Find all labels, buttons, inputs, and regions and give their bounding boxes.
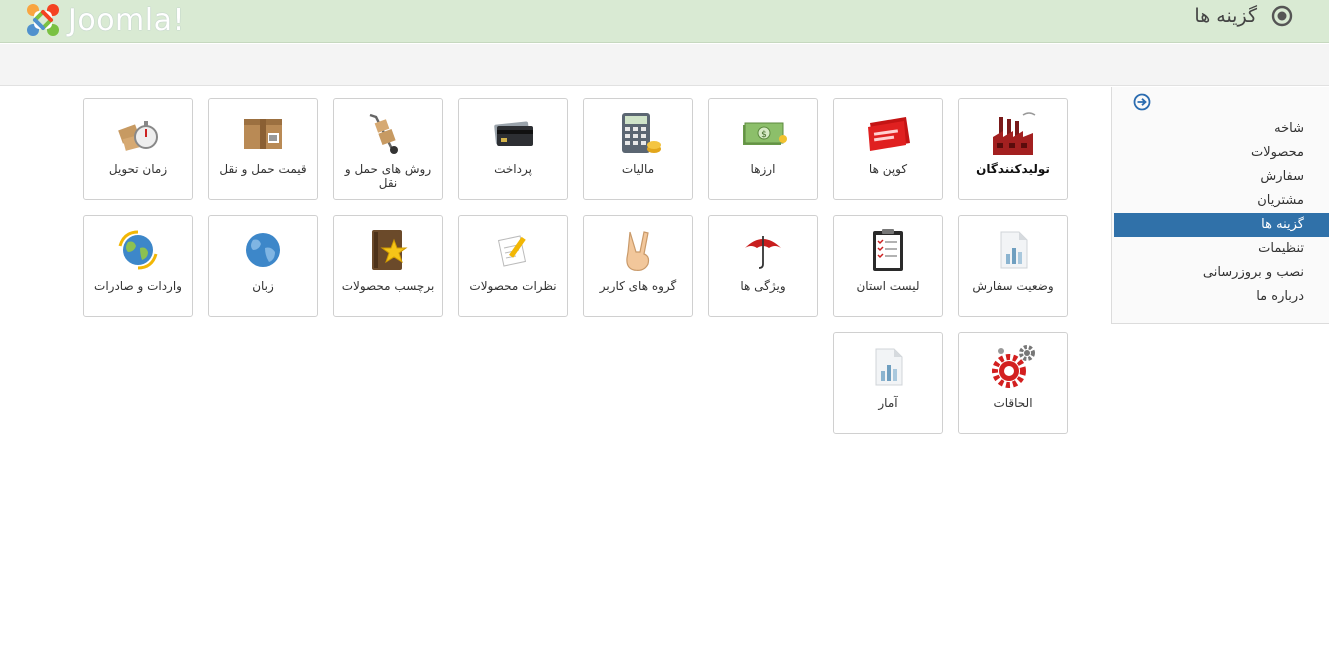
page-title-text: گزینه ها: [1194, 5, 1257, 27]
tile-label: گروه های کاربر: [599, 279, 677, 293]
hand-truck-icon: [369, 113, 398, 154]
stopwatch-box-icon: [118, 121, 158, 151]
tile-manufacturers[interactable]: تولیدکنندگان: [958, 98, 1068, 200]
arrow-right-circle-icon[interactable]: [1133, 93, 1151, 115]
tile-label: ویژگی ها: [740, 279, 786, 293]
document-chart-icon: [1000, 231, 1028, 269]
tile-label: برچسب محصولات: [341, 279, 435, 293]
globe-icon: [246, 233, 280, 267]
globe-arrows-icon: [118, 230, 158, 270]
tile-shipping-price[interactable]: قیمت حمل و نقل: [208, 98, 318, 200]
calculator-icon: [622, 113, 661, 153]
svg-text:$: $: [761, 130, 767, 140]
victory-hand-icon: [626, 231, 650, 271]
toolbar: [0, 44, 1329, 86]
tile-shipping-methods[interactable]: روش های حمل و نقل: [333, 98, 443, 200]
credit-card-icon: [494, 121, 533, 146]
tile-label: زبان: [252, 279, 274, 293]
tile-import-export[interactable]: واردات و صادرات: [83, 215, 193, 317]
tile-label: زمان تحویل: [108, 162, 168, 176]
star-book-icon: [372, 230, 408, 270]
tile-label: ارزها: [750, 162, 776, 176]
sidebar-item-install-update[interactable]: نصب و بروزرسانی: [1114, 261, 1329, 285]
document-chart-icon: [875, 348, 903, 386]
sidebar-item-customers[interactable]: مشتریان: [1114, 189, 1329, 213]
note-pencil-icon: [497, 235, 527, 267]
tile-label: لیست استان: [856, 279, 920, 293]
tile-label: روش های حمل و نقل: [344, 162, 432, 190]
joomla-logo[interactable]: Joomla!: [24, 1, 185, 39]
tile-statistics[interactable]: آمار: [833, 332, 943, 434]
tile-label: نظرات محصولات: [469, 279, 557, 293]
sidebar: شاخه محصولات سفارش مشتریان گزینه ها تنظی…: [1111, 87, 1329, 324]
tile-state-list[interactable]: لیست استان: [833, 215, 943, 317]
top-header-bar: Joomla! گزینه ها: [0, 0, 1329, 43]
tile-label: قیمت حمل و نقل: [219, 162, 307, 176]
options-icon: [1271, 5, 1293, 27]
sidebar-item-options[interactable]: گزینه ها: [1114, 213, 1329, 237]
factory-icon: [993, 112, 1036, 155]
tile-delivery-time[interactable]: زمان تحویل: [83, 98, 193, 200]
tile-label: واردات و صادرات: [94, 279, 182, 293]
gears-icon: [992, 345, 1035, 388]
tile-label: الحاقات: [993, 396, 1033, 410]
tile-label: کوپن ها: [868, 162, 908, 176]
tile-label: پرداخت: [494, 162, 532, 176]
sidebar-menu: شاخه محصولات سفارش مشتریان گزینه ها تنظی…: [1114, 117, 1329, 309]
clipboard-icon: [873, 229, 903, 271]
money-icon: $: [743, 122, 787, 145]
tile-currencies[interactable]: $ ارزها: [708, 98, 818, 200]
tile-taxes[interactable]: مالیات: [583, 98, 693, 200]
coupon-icon: [868, 117, 910, 151]
tile-attributes[interactable]: ویژگی ها: [708, 215, 818, 317]
page-title: گزینه ها: [1194, 5, 1293, 27]
tile-label: مالیات: [621, 162, 655, 176]
logo-text: Joomla!: [68, 2, 186, 38]
tile-language[interactable]: زبان: [208, 215, 318, 317]
umbrella-icon: [745, 236, 781, 269]
sidebar-item-orders[interactable]: سفارش: [1114, 165, 1329, 189]
package-icon: [244, 119, 282, 149]
tile-label: وضعیت سفارش: [972, 279, 1054, 293]
sidebar-item-settings[interactable]: تنظیمات: [1114, 237, 1329, 261]
sidebar-item-category[interactable]: شاخه: [1114, 117, 1329, 141]
tile-label: آمار: [878, 396, 898, 410]
tile-payment[interactable]: پرداخت: [458, 98, 568, 200]
tile-label: تولیدکنندگان: [976, 162, 1050, 176]
sidebar-item-products[interactable]: محصولات: [1114, 141, 1329, 165]
tile-extensions[interactable]: الحاقات: [958, 332, 1068, 434]
tile-product-labels[interactable]: برچسب محصولات: [333, 215, 443, 317]
tile-user-groups[interactable]: گروه های کاربر: [583, 215, 693, 317]
tile-order-status[interactable]: وضعیت سفارش: [958, 215, 1068, 317]
tile-product-reviews[interactable]: نظرات محصولات: [458, 215, 568, 317]
tile-coupons[interactable]: کوپن ها: [833, 98, 943, 200]
sidebar-item-about[interactable]: درباره ما: [1114, 285, 1329, 309]
joomla-logo-icon: [27, 4, 59, 36]
